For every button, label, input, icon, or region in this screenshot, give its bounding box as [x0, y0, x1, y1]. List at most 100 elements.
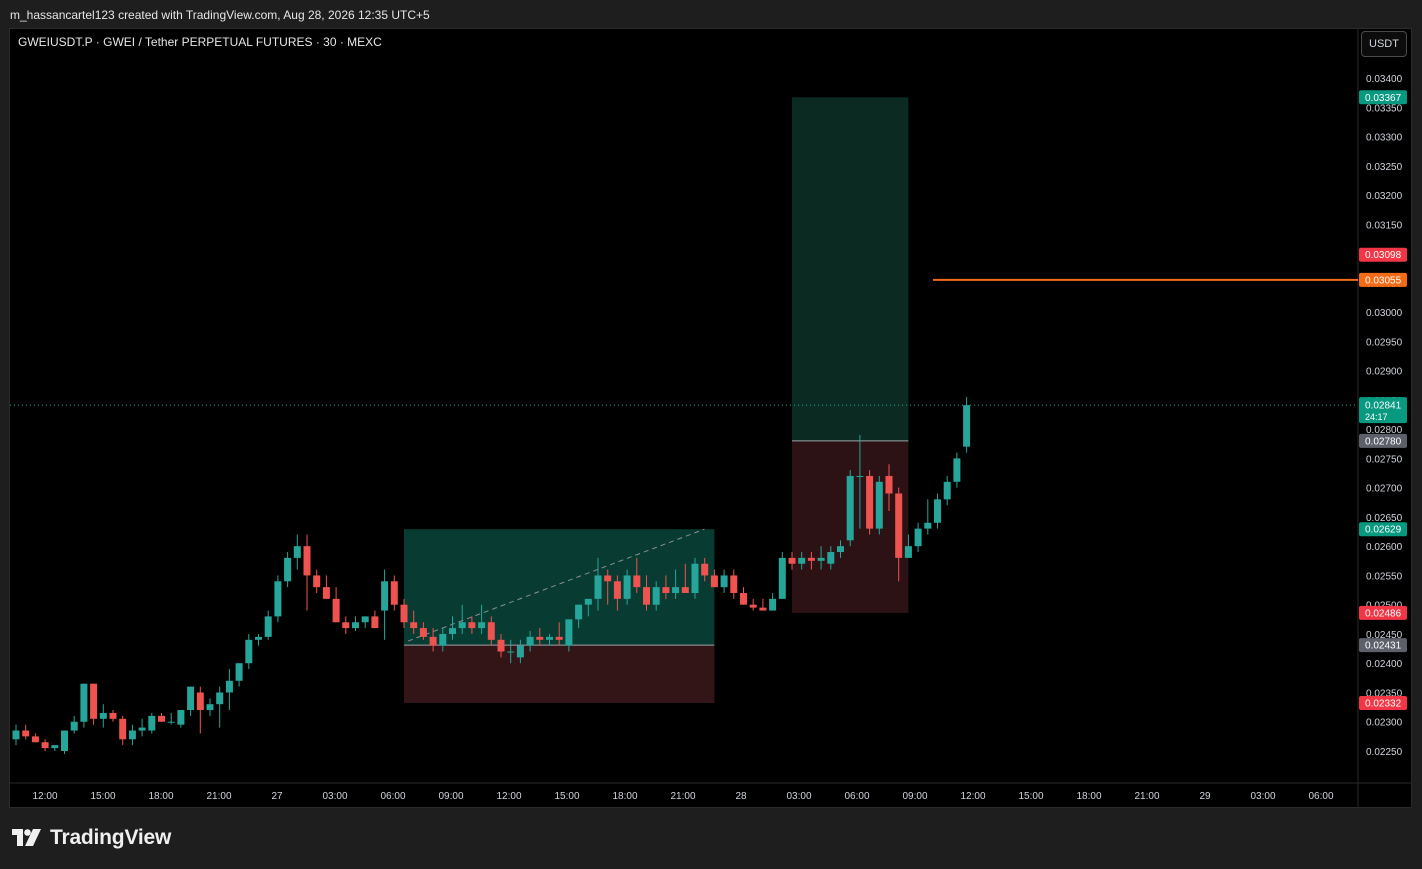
candle-body[interactable] — [109, 712, 117, 719]
candle-body[interactable] — [924, 522, 932, 529]
candle-body[interactable] — [953, 458, 961, 482]
candle-body[interactable] — [643, 587, 650, 605]
candle-body[interactable] — [875, 481, 883, 529]
candle-body[interactable] — [22, 730, 30, 737]
candle-body[interactable] — [449, 628, 456, 634]
candle-body[interactable] — [177, 710, 185, 725]
candle-body[interactable] — [788, 557, 796, 564]
candle-body[interactable] — [546, 636, 553, 640]
candle-body[interactable] — [943, 481, 951, 500]
symbol-title[interactable]: GWEIUSDT.P · GWEI / Tether PERPETUAL FUT… — [18, 35, 382, 49]
candle-body[interactable] — [119, 718, 127, 740]
candle-body[interactable] — [846, 475, 854, 541]
candle-body[interactable] — [652, 587, 660, 605]
candle-body[interactable] — [740, 592, 747, 605]
candle-body[interactable] — [167, 721, 175, 723]
candle-body[interactable] — [555, 636, 563, 640]
candle-body[interactable] — [904, 546, 912, 558]
candle-body[interactable] — [274, 581, 282, 617]
candle-body[interactable] — [672, 587, 680, 593]
candle-body[interactable] — [778, 557, 786, 599]
candle-body[interactable] — [352, 622, 359, 629]
candle-body[interactable] — [80, 683, 88, 722]
candle-body[interactable] — [322, 587, 330, 599]
candle-body[interactable] — [381, 581, 389, 611]
candle-body[interactable] — [730, 575, 738, 593]
candle-body[interactable] — [575, 604, 583, 620]
candle-body[interactable] — [497, 639, 505, 652]
candle-body[interactable] — [41, 742, 49, 749]
candle-body[interactable] — [61, 730, 68, 751]
tradingview-logo[interactable]: TradingView — [12, 826, 171, 850]
candle-body[interactable] — [400, 604, 408, 623]
candle-body[interactable] — [138, 727, 146, 731]
candle-body[interactable] — [516, 645, 524, 658]
candle-body[interactable] — [206, 704, 214, 711]
candle-body[interactable] — [866, 475, 874, 529]
position-profit-zone[interactable] — [792, 97, 909, 441]
candle-body[interactable] — [662, 587, 670, 593]
candle-body[interactable] — [604, 575, 612, 582]
candle-body[interactable] — [487, 622, 495, 640]
candle-body[interactable] — [458, 622, 466, 629]
candle-body[interactable] — [817, 557, 825, 561]
candle-body[interactable] — [837, 546, 844, 553]
candle-body[interactable] — [12, 730, 20, 740]
candle-body[interactable] — [51, 745, 59, 749]
candle-body[interactable] — [255, 636, 262, 640]
candle-body[interactable] — [594, 575, 602, 599]
currency-button[interactable]: USDT — [1361, 31, 1407, 57]
candle-body[interactable] — [419, 628, 427, 637]
candle-body[interactable] — [613, 581, 621, 599]
candle-body[interactable] — [31, 736, 39, 743]
candle-body[interactable] — [914, 528, 922, 547]
candle-body[interactable] — [536, 636, 544, 640]
candle-body[interactable] — [691, 563, 699, 593]
candle-body[interactable] — [264, 616, 272, 637]
candle-body[interactable] — [934, 499, 941, 523]
candle-body[interactable] — [565, 619, 573, 646]
candle-body[interactable] — [827, 552, 835, 564]
candle-body[interactable] — [526, 636, 534, 646]
candle-body[interactable] — [749, 604, 757, 608]
candle-body[interactable] — [759, 607, 767, 611]
candle-body[interactable] — [623, 575, 631, 599]
candle-body[interactable] — [148, 715, 156, 731]
candle-body[interactable] — [410, 622, 418, 629]
candle-body[interactable] — [807, 557, 815, 561]
candle-body[interactable] — [99, 712, 107, 719]
position-loss-zone[interactable] — [404, 645, 715, 704]
candle-body[interactable] — [371, 616, 379, 629]
candle-body[interactable] — [284, 557, 292, 582]
candle-body[interactable] — [70, 721, 78, 731]
candle-body[interactable] — [720, 575, 728, 588]
candle-body[interactable] — [429, 636, 437, 646]
candle-body[interactable] — [90, 683, 98, 719]
candle-body[interactable] — [313, 575, 321, 588]
candle-body[interactable] — [701, 563, 709, 576]
candle-body[interactable] — [507, 651, 515, 653]
candle-body[interactable] — [681, 587, 689, 593]
candle-body[interactable] — [478, 622, 486, 629]
candle-body[interactable] — [128, 730, 136, 740]
candle-body[interactable] — [216, 692, 224, 705]
candle-body[interactable] — [332, 598, 340, 623]
candle-body[interactable] — [390, 581, 398, 605]
candle-body[interactable] — [963, 405, 971, 447]
candle-body[interactable] — [584, 598, 592, 605]
candle-body[interactable] — [885, 475, 893, 494]
candle-body[interactable] — [187, 686, 195, 711]
candle-body[interactable] — [710, 575, 718, 588]
candle-body[interactable] — [468, 622, 476, 629]
candle-body[interactable] — [856, 475, 864, 477]
candle-body[interactable] — [439, 633, 447, 646]
candlestick-chart[interactable]: 0.03400 0.03350 0.03300 0.03250 0.03200 0.031… — [0, 0, 1422, 869]
candle-body[interactable] — [293, 546, 301, 558]
candle-body[interactable] — [225, 680, 233, 693]
candle-body[interactable] — [245, 639, 253, 664]
candle-body[interactable] — [633, 575, 641, 588]
candle-body[interactable] — [158, 715, 165, 722]
candle-body[interactable] — [895, 493, 903, 558]
candle-body[interactable] — [769, 598, 777, 611]
candle-body[interactable] — [235, 663, 243, 681]
